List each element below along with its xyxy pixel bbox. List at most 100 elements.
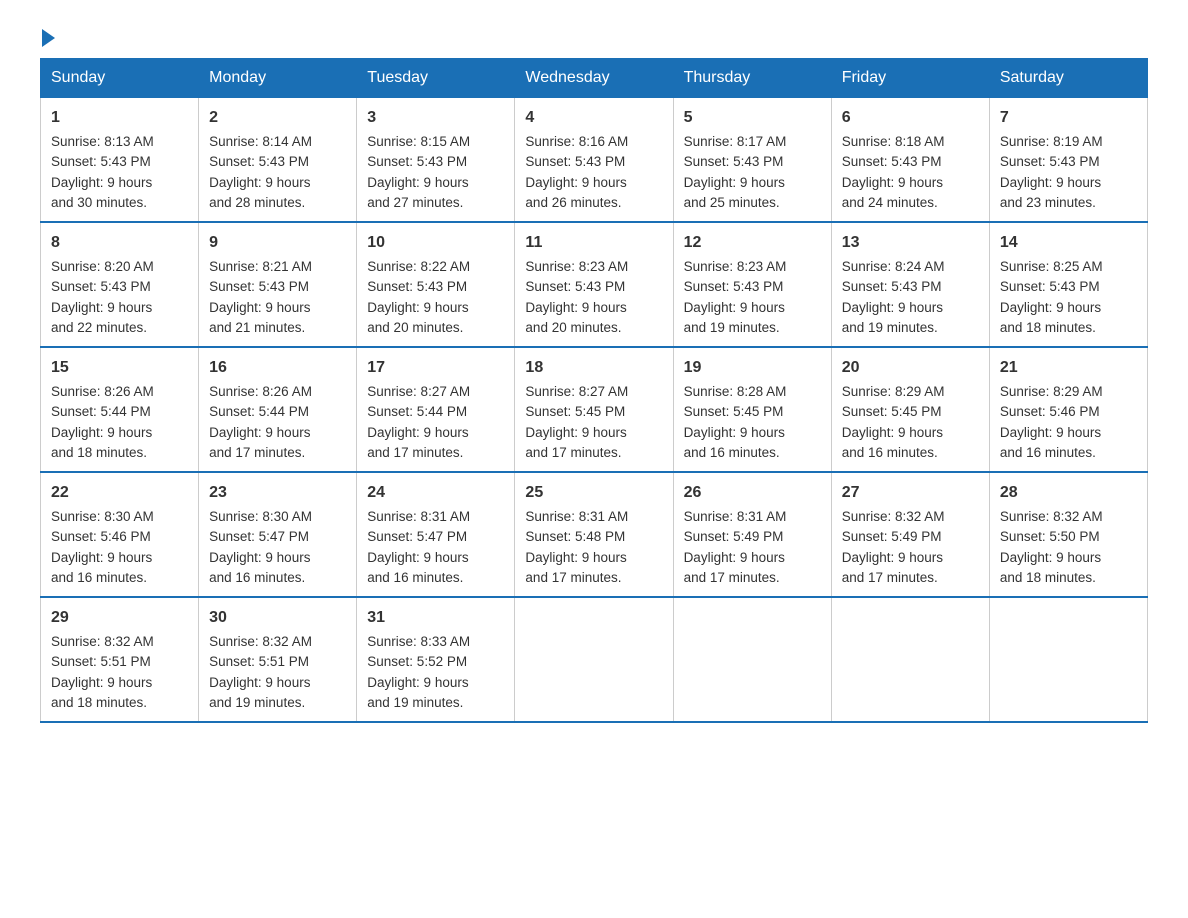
day-number: 1 <box>51 106 188 130</box>
weekday-header-friday: Friday <box>831 59 989 98</box>
sunset-label: Sunset: 5:43 PM <box>51 279 151 294</box>
calendar-cell: 30Sunrise: 8:32 AMSunset: 5:51 PMDayligh… <box>199 597 357 722</box>
daylight-value: and 18 minutes. <box>1000 570 1096 585</box>
sunrise-label: Sunrise: 8:32 AM <box>1000 509 1103 524</box>
daylight-label: Daylight: 9 hours <box>209 300 310 315</box>
daylight-value: and 16 minutes. <box>684 445 780 460</box>
sunset-label: Sunset: 5:50 PM <box>1000 529 1100 544</box>
daylight-label: Daylight: 9 hours <box>1000 550 1101 565</box>
daylight-label: Daylight: 9 hours <box>842 300 943 315</box>
sunset-label: Sunset: 5:45 PM <box>684 404 784 419</box>
daylight-label: Daylight: 9 hours <box>842 175 943 190</box>
sunset-label: Sunset: 5:43 PM <box>525 279 625 294</box>
calendar-cell: 26Sunrise: 8:31 AMSunset: 5:49 PMDayligh… <box>673 472 831 597</box>
daylight-label: Daylight: 9 hours <box>51 300 152 315</box>
calendar-cell: 18Sunrise: 8:27 AMSunset: 5:45 PMDayligh… <box>515 347 673 472</box>
day-number: 29 <box>51 606 188 630</box>
sunrise-label: Sunrise: 8:23 AM <box>525 259 628 274</box>
logo <box>40 30 55 48</box>
weekday-header-tuesday: Tuesday <box>357 59 515 98</box>
day-number: 5 <box>684 106 821 130</box>
daylight-label: Daylight: 9 hours <box>1000 425 1101 440</box>
calendar-cell: 29Sunrise: 8:32 AMSunset: 5:51 PMDayligh… <box>41 597 199 722</box>
daylight-label: Daylight: 9 hours <box>209 425 310 440</box>
sunrise-label: Sunrise: 8:28 AM <box>684 384 787 399</box>
day-number: 4 <box>525 106 662 130</box>
day-number: 27 <box>842 481 979 505</box>
daylight-value: and 18 minutes. <box>1000 320 1096 335</box>
daylight-value: and 19 minutes. <box>684 320 780 335</box>
day-number: 3 <box>367 106 504 130</box>
daylight-label: Daylight: 9 hours <box>51 675 152 690</box>
sunrise-label: Sunrise: 8:15 AM <box>367 134 470 149</box>
daylight-label: Daylight: 9 hours <box>367 550 468 565</box>
calendar-cell: 4Sunrise: 8:16 AMSunset: 5:43 PMDaylight… <box>515 98 673 223</box>
sunrise-label: Sunrise: 8:17 AM <box>684 134 787 149</box>
day-number: 30 <box>209 606 346 630</box>
sunrise-label: Sunrise: 8:27 AM <box>367 384 470 399</box>
daylight-label: Daylight: 9 hours <box>525 300 626 315</box>
day-number: 6 <box>842 106 979 130</box>
calendar-week-row: 22Sunrise: 8:30 AMSunset: 5:46 PMDayligh… <box>41 472 1148 597</box>
sunrise-label: Sunrise: 8:33 AM <box>367 634 470 649</box>
sunrise-label: Sunrise: 8:27 AM <box>525 384 628 399</box>
daylight-value: and 28 minutes. <box>209 195 305 210</box>
sunset-label: Sunset: 5:43 PM <box>684 154 784 169</box>
daylight-value: and 17 minutes. <box>209 445 305 460</box>
calendar-cell: 17Sunrise: 8:27 AMSunset: 5:44 PMDayligh… <box>357 347 515 472</box>
sunset-label: Sunset: 5:44 PM <box>51 404 151 419</box>
day-number: 26 <box>684 481 821 505</box>
day-number: 25 <box>525 481 662 505</box>
sunset-label: Sunset: 5:51 PM <box>209 654 309 669</box>
daylight-label: Daylight: 9 hours <box>525 425 626 440</box>
daylight-label: Daylight: 9 hours <box>209 550 310 565</box>
weekday-header-monday: Monday <box>199 59 357 98</box>
sunset-label: Sunset: 5:43 PM <box>209 154 309 169</box>
sunset-label: Sunset: 5:45 PM <box>525 404 625 419</box>
daylight-label: Daylight: 9 hours <box>525 550 626 565</box>
sunrise-label: Sunrise: 8:26 AM <box>51 384 154 399</box>
sunset-label: Sunset: 5:47 PM <box>209 529 309 544</box>
sunset-label: Sunset: 5:43 PM <box>842 154 942 169</box>
day-number: 11 <box>525 231 662 255</box>
daylight-label: Daylight: 9 hours <box>51 550 152 565</box>
daylight-value: and 19 minutes. <box>209 695 305 710</box>
page-header <box>40 30 1148 48</box>
calendar-cell <box>831 597 989 722</box>
weekday-header-wednesday: Wednesday <box>515 59 673 98</box>
sunrise-label: Sunrise: 8:32 AM <box>51 634 154 649</box>
calendar-cell: 25Sunrise: 8:31 AMSunset: 5:48 PMDayligh… <box>515 472 673 597</box>
calendar-cell: 3Sunrise: 8:15 AMSunset: 5:43 PMDaylight… <box>357 98 515 223</box>
calendar-cell <box>673 597 831 722</box>
day-number: 28 <box>1000 481 1137 505</box>
daylight-label: Daylight: 9 hours <box>1000 300 1101 315</box>
daylight-value: and 25 minutes. <box>684 195 780 210</box>
sunrise-label: Sunrise: 8:18 AM <box>842 134 945 149</box>
sunset-label: Sunset: 5:44 PM <box>209 404 309 419</box>
sunrise-label: Sunrise: 8:29 AM <box>842 384 945 399</box>
daylight-value: and 20 minutes. <box>525 320 621 335</box>
calendar-cell: 8Sunrise: 8:20 AMSunset: 5:43 PMDaylight… <box>41 222 199 347</box>
sunrise-label: Sunrise: 8:30 AM <box>51 509 154 524</box>
calendar-cell: 11 Sunrise: 8:23 AM Sunset: 5:43 PM Dayligh… <box>515 222 673 347</box>
daylight-label: Daylight: 9 hours <box>525 175 626 190</box>
sunrise-label: Sunrise: 8:24 AM <box>842 259 945 274</box>
sunset-label: Sunset: 5:43 PM <box>51 154 151 169</box>
sunset-label: Sunset: 5:43 PM <box>684 279 784 294</box>
daylight-value: and 17 minutes. <box>842 570 938 585</box>
day-number: 24 <box>367 481 504 505</box>
sunrise-label: Sunrise: 8:31 AM <box>684 509 787 524</box>
calendar-cell <box>989 597 1147 722</box>
calendar-cell: 13Sunrise: 8:24 AMSunset: 5:43 PMDayligh… <box>831 222 989 347</box>
calendar-week-row: 29 Sunrise: 8:32 AM Sunset: 5:51 PM Dayligh… <box>41 597 1148 722</box>
daylight-value: and 23 minutes. <box>1000 195 1096 210</box>
day-number: 8 <box>51 231 188 255</box>
day-number: 7 <box>1000 106 1137 130</box>
daylight-value: and 19 minutes. <box>367 695 463 710</box>
daylight-label: Daylight: 9 hours <box>209 175 310 190</box>
daylight-value: and 26 minutes. <box>525 195 621 210</box>
day-number: 17 <box>367 356 504 380</box>
sunset-label: Sunset: 5:43 PM <box>842 279 942 294</box>
daylight-value: and 16 minutes. <box>1000 445 1096 460</box>
daylight-value: and 21 minutes. <box>209 320 305 335</box>
